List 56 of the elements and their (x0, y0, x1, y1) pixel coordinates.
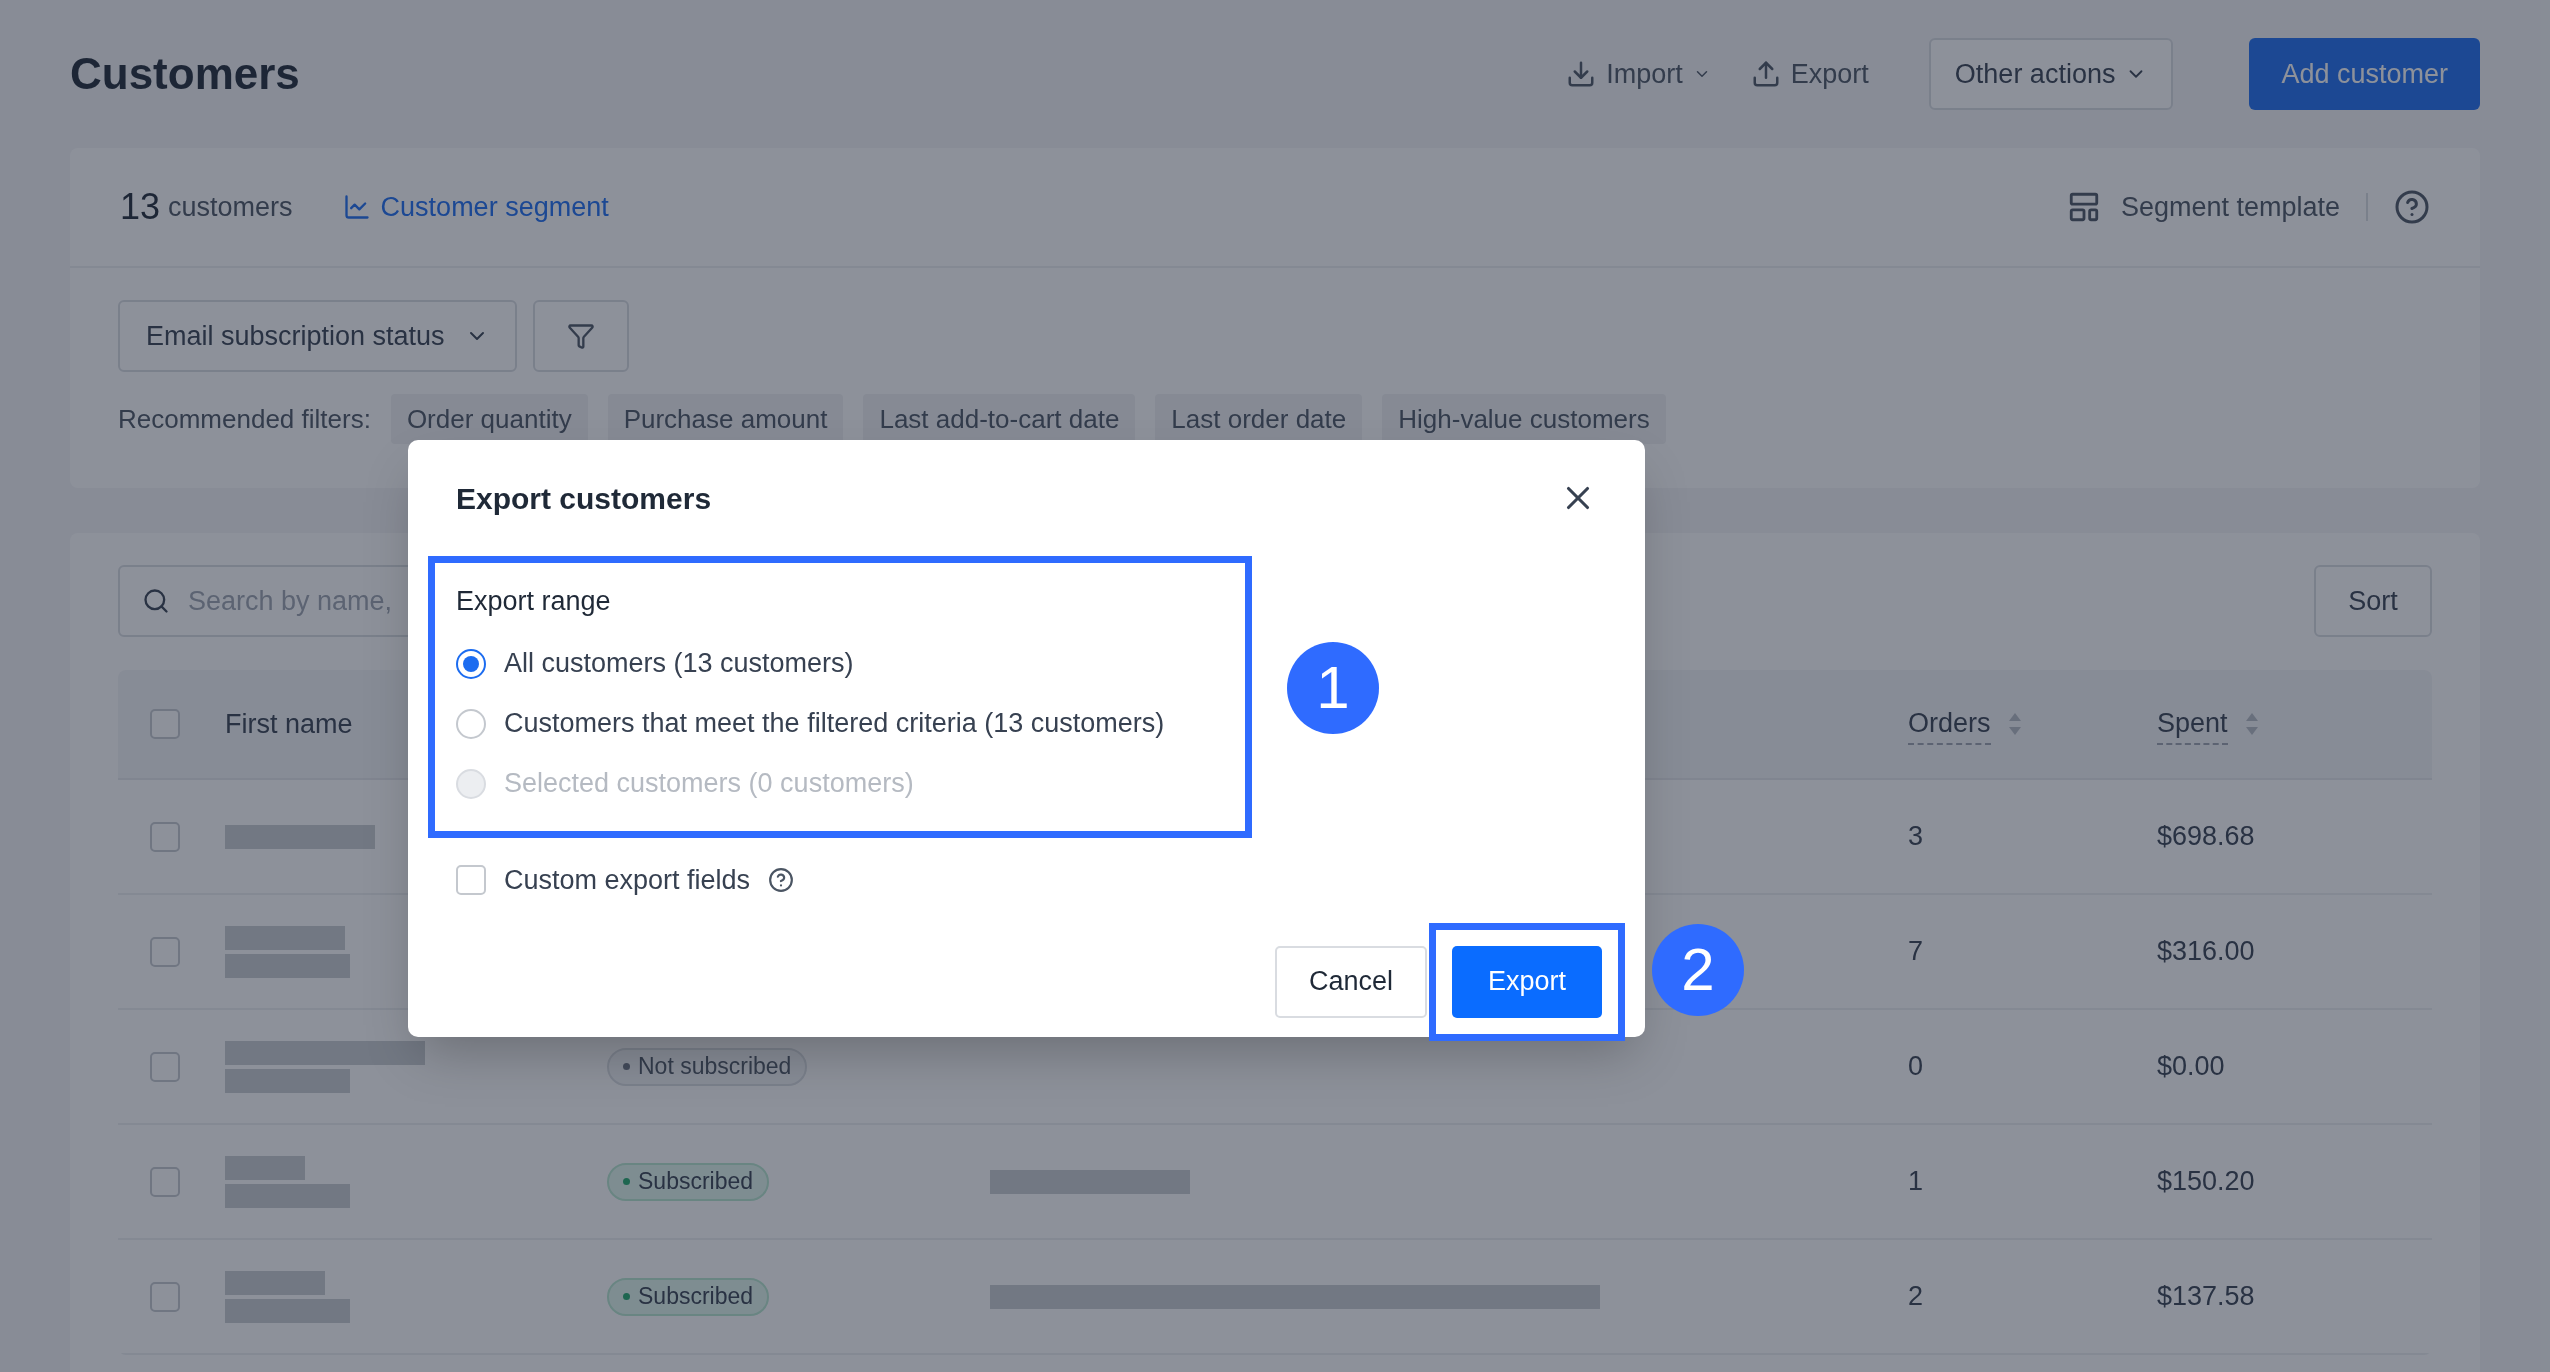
download-icon (1566, 59, 1597, 89)
dialog-title: Export customers (456, 480, 712, 517)
add-customer-button[interactable]: Add customer (2249, 38, 2480, 110)
status-badge: Subscribed (607, 1277, 770, 1316)
sort-button[interactable]: Sort (2314, 565, 2432, 637)
filter-button[interactable] (532, 300, 629, 372)
filter-icon (566, 322, 595, 350)
row-checkbox[interactable] (150, 936, 180, 967)
row-checkbox[interactable] (150, 1281, 180, 1312)
radio-button[interactable] (456, 648, 486, 679)
row-checkbox[interactable] (150, 821, 180, 852)
radio-label: Selected customers (0 customers) (504, 767, 914, 801)
help-icon[interactable] (2394, 189, 2430, 225)
radio-label: All customers (13 customers) (504, 647, 854, 681)
cancel-button[interactable]: Cancel (1275, 945, 1427, 1018)
orders-cell-text: 0 (1908, 1050, 1925, 1084)
status-badge: Not subscribed (607, 1047, 808, 1086)
customer-count: 13 (120, 185, 161, 229)
radio-button[interactable] (456, 708, 486, 739)
page-title: Customers (70, 48, 300, 100)
orders-cell-text: 2 (1908, 1280, 1925, 1314)
count-label: customers (168, 190, 293, 224)
radio-label: Customers that meet the filtered criteria (13 customers) (504, 707, 1165, 741)
sort-icon[interactable] (2006, 711, 2023, 737)
help-icon[interactable] (768, 867, 795, 894)
orders-cell-text: 1 (1908, 1165, 1925, 1199)
checkbox[interactable] (456, 865, 486, 896)
recommended-filters-label: Recommended filters: (118, 402, 371, 436)
row-checkbox[interactable] (150, 1166, 180, 1197)
spent-cell-text: $698.68 (2157, 820, 2256, 854)
orders-cell-text: 3 (1908, 820, 1925, 854)
other-actions-dropdown[interactable]: Other actions (1928, 38, 2174, 110)
customer-segment-link[interactable]: Customer segment (342, 186, 609, 228)
custom-export-fields-label: Custom export fields (504, 864, 751, 897)
segment-template-button[interactable]: Segment template (2066, 186, 2340, 228)
export-range-label: Export range (456, 585, 612, 618)
column-header[interactable]: Orders (1908, 702, 1991, 746)
chart-icon (342, 193, 371, 221)
export-button[interactable]: Export (1750, 53, 1869, 95)
orders-cell-text: 7 (1908, 935, 1925, 969)
filter-chip[interactable]: High-value customers (1382, 394, 1666, 444)
column-header: First name (225, 707, 353, 741)
spent-cell-text: $0.00 (2157, 1050, 2226, 1084)
spent-cell-text: $316.00 (2157, 935, 2256, 969)
select-all-checkbox[interactable] (150, 709, 180, 739)
row-checkbox[interactable] (150, 1051, 180, 1082)
spent-cell-text: $137.58 (2157, 1280, 2256, 1314)
email-subscription-dropdown[interactable]: Email subscription status (118, 300, 517, 372)
column-header[interactable]: Spent (2157, 702, 2228, 746)
filter-chip[interactable]: Order quantity (390, 394, 588, 444)
status-badge: Subscribed (607, 1162, 770, 1201)
export-button[interactable]: Export (1452, 945, 1602, 1018)
spent-cell-text: $150.20 (2157, 1165, 2256, 1199)
sort-icon[interactable] (2243, 711, 2260, 737)
import-button[interactable]: Import (1566, 53, 1711, 95)
search-icon (142, 587, 170, 615)
